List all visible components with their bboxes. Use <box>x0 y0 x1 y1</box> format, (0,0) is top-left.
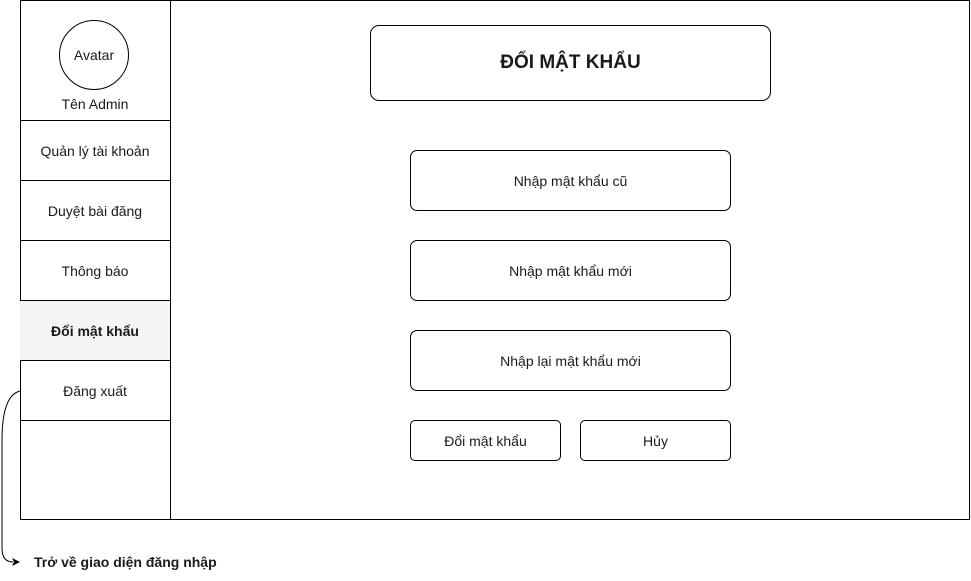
profile-section: Avatar Tên Admin <box>20 0 170 121</box>
new-password-field[interactable]: Nhập mật khẩu mới <box>410 240 731 301</box>
old-password-field[interactable]: Nhập mật khẩu cũ <box>410 150 731 211</box>
avatar: Avatar <box>59 20 129 90</box>
new-password-placeholder: Nhập mật khẩu mới <box>509 262 632 279</box>
connector-line <box>1 390 21 563</box>
admin-name: Tên Admin <box>61 96 129 112</box>
avatar-label: Avatar <box>73 47 115 63</box>
sidebar-item-label: Thông báo <box>61 262 129 279</box>
old-password-placeholder: Nhập mật khẩu cũ <box>513 172 628 189</box>
back-to-login-annotation: Trở về giao diện đăng nhập <box>34 554 217 570</box>
page-title: ĐỔI MẬT KHẨU <box>370 25 771 101</box>
sidebar-item-label: Đổi mật khẩu <box>51 322 139 339</box>
cancel-button[interactable]: Hủy <box>580 420 731 461</box>
sidebar-item-account-management[interactable]: Quản lý tài khoản <box>20 121 170 181</box>
confirm-password-field[interactable]: Nhập lại mật khẩu mới <box>410 330 731 391</box>
change-password-button[interactable]: Đổi mật khẩu <box>410 420 561 461</box>
sidebar-item-label: Duyệt bài đăng <box>47 202 143 219</box>
arrow-head-icon <box>12 558 20 566</box>
cancel-button-label: Hủy <box>643 432 668 449</box>
confirm-password-placeholder: Nhập lại mật khẩu mới <box>500 352 641 369</box>
page-title-text: ĐỔI MẬT KHẨU <box>500 52 641 73</box>
sidebar-item-change-password[interactable]: Đổi mật khẩu <box>20 301 170 361</box>
sidebar: Avatar Tên Admin Quản lý tài khoản Duyệt… <box>20 0 171 520</box>
sidebar-item-logout[interactable]: Đăng xuất <box>20 361 170 421</box>
sidebar-item-approve-posts[interactable]: Duyệt bài đăng <box>20 181 170 241</box>
sidebar-item-notifications[interactable]: Thông báo <box>20 241 170 301</box>
sidebar-item-label: Đăng xuất <box>63 382 127 399</box>
change-password-button-label: Đổi mật khẩu <box>444 432 527 449</box>
sidebar-item-label: Quản lý tài khoản <box>40 142 150 159</box>
